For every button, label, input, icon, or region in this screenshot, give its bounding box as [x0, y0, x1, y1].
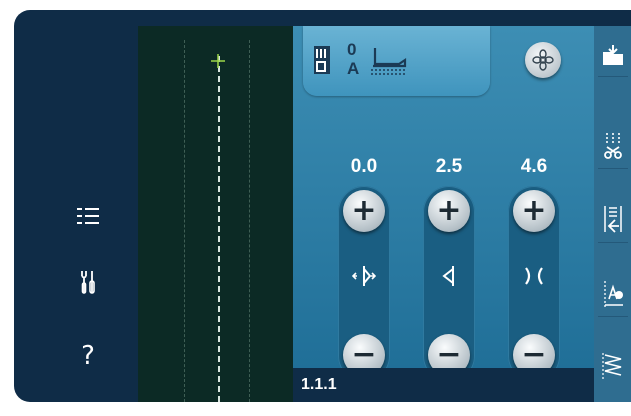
control-track: + −: [338, 186, 390, 382]
stitch-info-bar: 1.1.1: [293, 368, 594, 402]
stitch-position-value: 0.0: [350, 156, 378, 177]
presser-foot-pressure-icon: [371, 48, 407, 75]
plus-icon: +: [521, 193, 547, 228]
stitch-options-button[interactable]: [525, 42, 561, 78]
control-track: + −: [508, 186, 560, 382]
stitch-settings-panel: 0 A 0.0 + − 2.5 + − 4.6 + −: [293, 26, 594, 402]
stitch-line: [218, 56, 220, 402]
stitch-length-increase-button[interactable]: +: [513, 190, 555, 232]
help-button[interactable]: ?: [72, 340, 104, 372]
left-sidebar: ?: [14, 10, 138, 402]
minus-icon: −: [521, 337, 547, 372]
stitch-options-icon: [532, 49, 554, 71]
stitch-preview: [138, 26, 293, 402]
app-window: ? 0 A 0.0 + − 2.5 + − 4.6 + − 1.1.1: [14, 10, 631, 402]
guide-line: [249, 40, 250, 402]
plus-icon: +: [436, 193, 462, 228]
stitch-number: 1.1.1: [301, 376, 337, 393]
help-label: ?: [81, 341, 95, 371]
mirror-stitch-icon: [604, 206, 622, 233]
tie-off-button[interactable]: [598, 124, 628, 169]
stitch-length-icon: [520, 262, 548, 290]
stitch-sequence-button[interactable]: [598, 272, 628, 317]
settings-button[interactable]: [72, 266, 104, 298]
tools-icon: [81, 271, 95, 294]
list-menu-icon: [77, 208, 99, 224]
minus-icon: −: [351, 337, 377, 372]
presser-foot-info[interactable]: 0 A: [303, 26, 490, 96]
load-button[interactable]: [598, 36, 628, 77]
stitch-position-increase-button[interactable]: +: [343, 190, 385, 232]
stitch-menu-button[interactable]: [72, 200, 104, 232]
scissors-icon: [604, 133, 622, 159]
presser-foot-icon: [314, 46, 330, 74]
presser-foot-code: 0: [347, 40, 357, 59]
stitch-width-increase-button[interactable]: +: [428, 190, 470, 232]
load-folder-icon: [603, 45, 623, 65]
minus-icon: −: [436, 337, 462, 372]
stitch-program-button[interactable]: [598, 344, 628, 388]
stitch-width-value: 2.5: [435, 156, 463, 177]
sequence-icon: [604, 281, 623, 307]
stitch-position-icon: [350, 262, 378, 290]
stitch-length-value: 4.6: [520, 156, 548, 177]
guide-line: [184, 40, 185, 402]
needle-position-icon: [211, 54, 225, 68]
control-track: + −: [423, 186, 475, 382]
presser-foot-letter: A: [347, 59, 360, 78]
stitch-width-icon: [435, 262, 463, 290]
right-toolbar: [594, 26, 631, 402]
zigzag-stitch-icon: [602, 353, 622, 379]
mirror-button[interactable]: [598, 196, 628, 243]
plus-icon: +: [351, 193, 377, 228]
